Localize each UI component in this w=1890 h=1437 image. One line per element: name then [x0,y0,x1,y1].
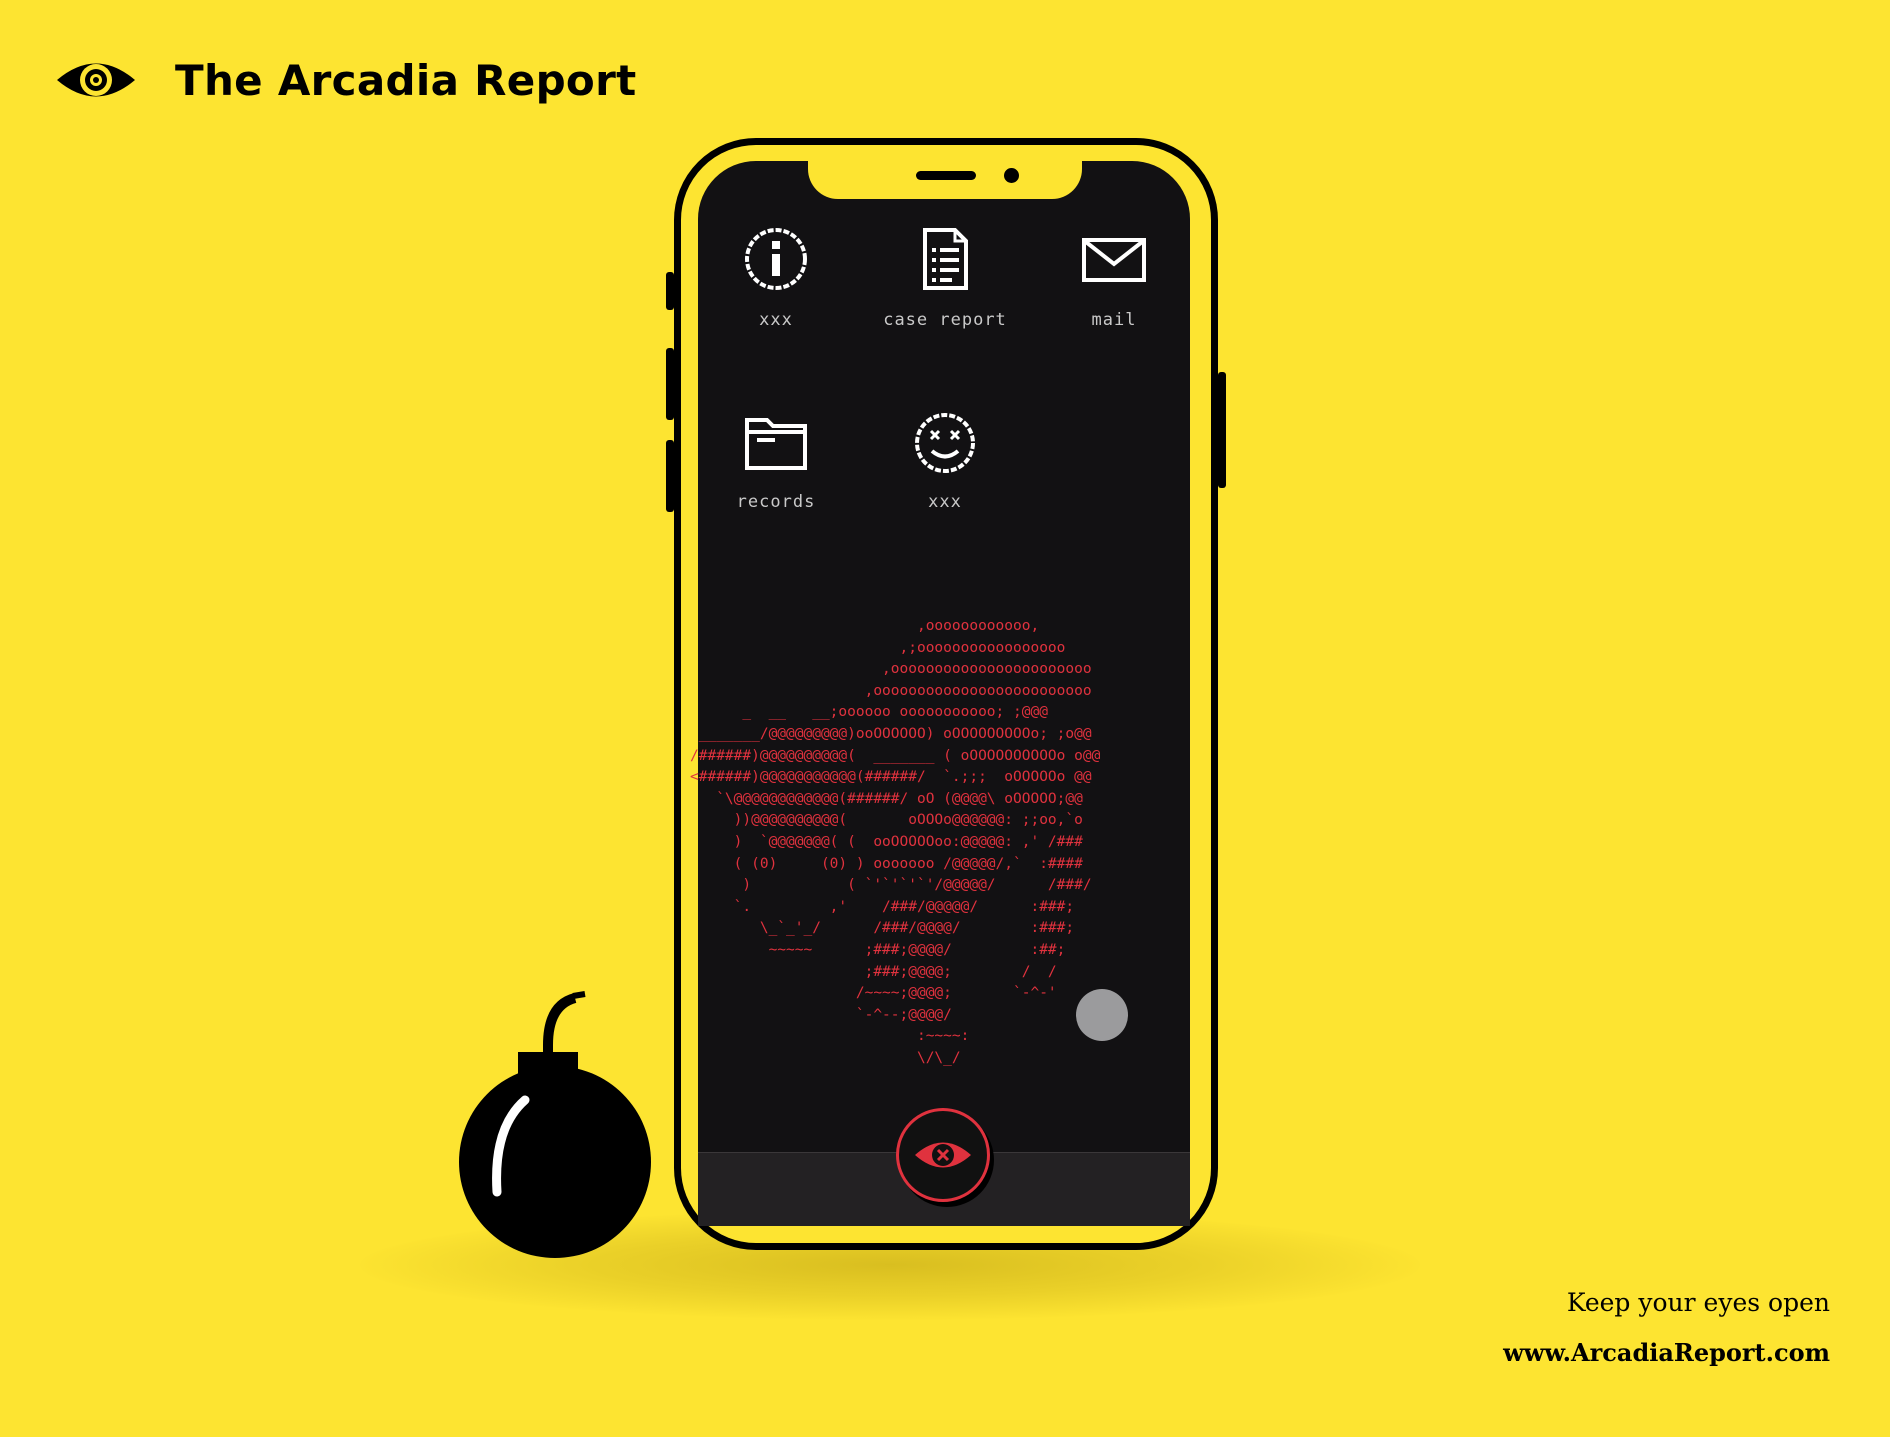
phone-volume-up [666,348,674,420]
eye-x-icon [915,1142,971,1168]
app-info[interactable]: xxx [691,226,861,330]
document-icon [923,228,968,290]
app-label: xxx [759,310,793,330]
app-label: mail [1091,310,1137,330]
app-label: xxx [928,492,962,512]
phone-notch [808,161,1082,199]
dizzy-face-icon [915,413,975,473]
home-button[interactable] [896,1108,990,1202]
mail-icon [1082,238,1146,282]
app-mail[interactable]: mail [1029,226,1199,330]
app-label: case report [883,310,1007,330]
brand-header: The Arcadia Report [55,50,636,110]
website-link[interactable]: www.ArcadiaReport.com [1503,1338,1830,1367]
brand-title: The Arcadia Report [175,55,637,105]
info-icon [745,228,807,290]
phone-speaker [916,171,976,180]
tagline: Keep your eyes open [1566,1288,1830,1317]
phone-power-button [1218,372,1226,488]
app-xxx-dizzy[interactable]: xxx [860,408,1030,512]
folder-icon [745,418,807,470]
phone-volume-down [666,440,674,512]
phone-mute-switch [666,272,674,310]
bomb-icon [459,991,651,1258]
app-label: records [736,492,816,512]
app-case-report[interactable]: case report [860,226,1030,330]
app-records[interactable]: records [691,408,861,512]
eye-logo-icon [57,63,135,97]
phone-camera [1004,168,1019,183]
assistive-touch-button[interactable] [1076,989,1128,1041]
